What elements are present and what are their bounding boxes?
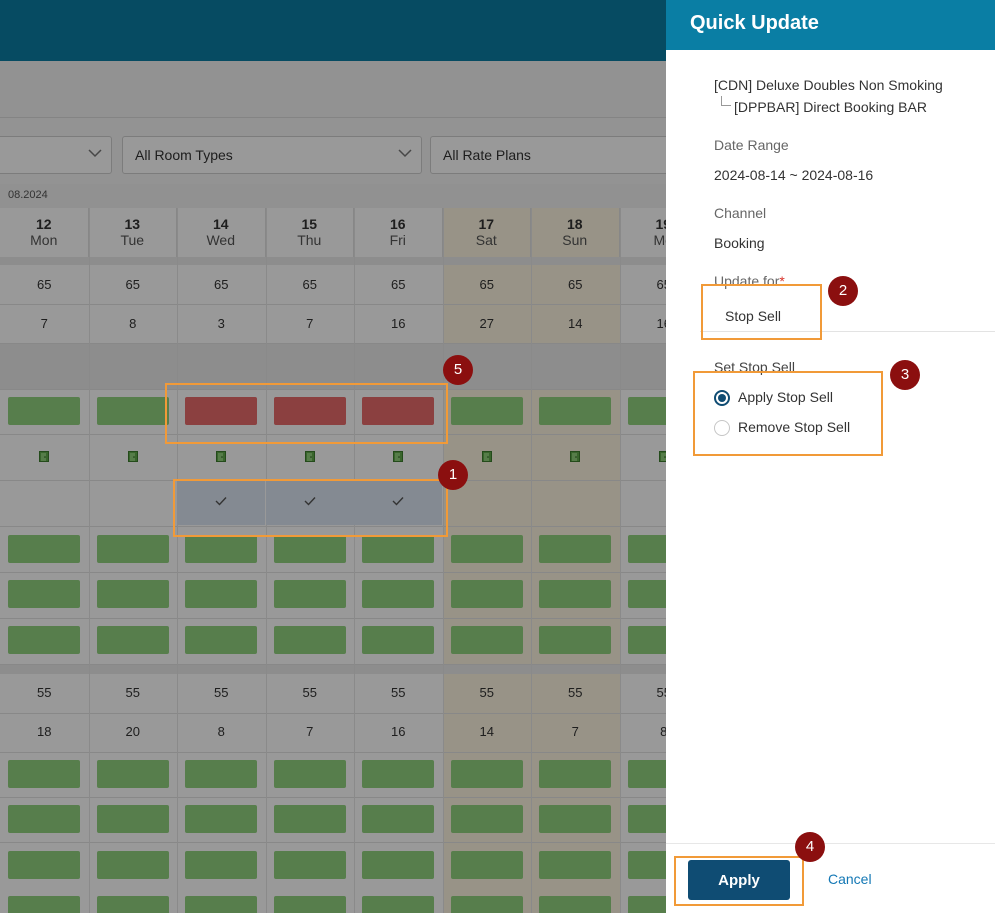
channel-value: Booking: [714, 235, 765, 251]
footer-divider: [666, 843, 995, 844]
room-name: [CDN] Deluxe Doubles Non Smoking: [714, 77, 943, 93]
step-badge-2: 2: [828, 276, 858, 306]
step-badge-5: 5: [443, 355, 473, 385]
rate-plan-name: [DPPBAR] Direct Booking BAR: [734, 99, 927, 115]
highlight-stopped-row: [165, 383, 448, 444]
panel-header: Quick Update: [666, 0, 995, 50]
date-range-label: Date Range: [714, 137, 789, 153]
highlight-set-stop-sell: [693, 371, 883, 456]
step-badge-4: 4: [795, 832, 825, 862]
panel-title: Quick Update: [690, 12, 819, 34]
step-badge-1: 1: [438, 460, 468, 490]
quick-update-panel: Quick Update [CDN] Deluxe Doubles Non Sm…: [666, 0, 995, 913]
highlight-update-for: [701, 284, 822, 340]
highlight-apply-button: [674, 856, 804, 906]
channel-label: Channel: [714, 205, 767, 221]
date-range-value: 2024-08-14 ~ 2024-08-16: [714, 167, 874, 183]
tree-connector: [721, 96, 731, 106]
step-badge-3: 3: [890, 360, 920, 390]
modal-overlay[interactable]: [0, 0, 666, 913]
cancel-link[interactable]: Cancel: [828, 871, 872, 887]
highlight-stop-sell-cells: [173, 479, 448, 537]
